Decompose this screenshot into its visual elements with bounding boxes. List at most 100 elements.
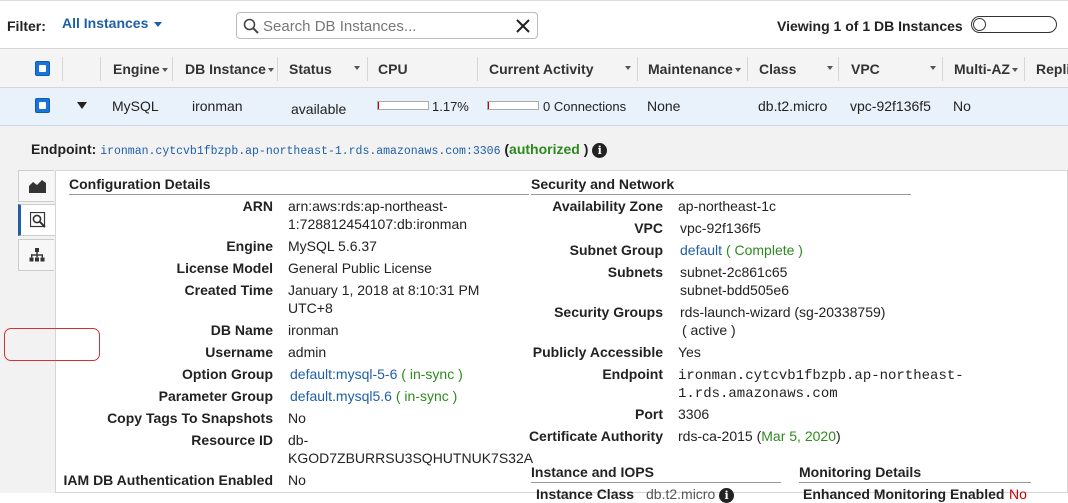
viewing-count: Viewing 1 of 1 DB Instances: [777, 18, 963, 34]
label-endpoint: Endpoint: [602, 366, 663, 382]
section-title-security: Security and Network: [531, 176, 911, 195]
column-multi-az[interactable]: Multi-AZ: [954, 61, 1018, 77]
label-resource-id: Resource ID: [191, 432, 273, 448]
option-group-status: in-sync: [409, 366, 455, 382]
label-subnets: Subnets: [607, 264, 663, 280]
tab-details[interactable]: [18, 204, 56, 236]
column-replication[interactable]: Repli: [1036, 61, 1068, 77]
search-icon: [243, 18, 259, 34]
instance-details: Endpoint: ironman.cytcvb1fbzpb.ap-northe…: [0, 126, 1068, 503]
sort-caret-icon: [161, 68, 168, 73]
label-created-time: Created Time: [184, 282, 273, 298]
security-group-link[interactable]: rds-launch-wizard (sg-20338759): [680, 304, 885, 320]
tab-topology[interactable]: [18, 239, 54, 271]
cell-class: db.t2.micro: [758, 98, 828, 114]
column-divider: [1024, 57, 1025, 81]
label-publicly-accessible: Publicly Accessible: [532, 344, 663, 360]
column-cpu[interactable]: CPU: [378, 61, 408, 77]
parameter-group-link[interactable]: default.mysql5.6: [290, 388, 392, 404]
clear-search-icon[interactable]: [516, 19, 530, 33]
column-current-activity[interactable]: Current Activity: [489, 61, 594, 77]
column-divider: [637, 57, 638, 81]
endpoint-line1[interactable]: ironman.cytcvb1fbzpb.ap-northeast-: [678, 368, 964, 384]
cell-engine: MySQL: [112, 98, 159, 114]
label-port: Port: [635, 406, 663, 422]
value-copy-tags: No: [288, 410, 306, 426]
label-subnet-group: Subnet Group: [569, 242, 663, 258]
column-maintenance[interactable]: Maintenance: [648, 61, 741, 77]
label-iam-auth: IAM DB Authentication Enabled: [63, 472, 273, 488]
filter-bar: Filter: All Instances Viewing 1 of 1 DB …: [0, 0, 1068, 48]
value-arn-line2: 1:728812454107:db:ironman: [288, 216, 468, 232]
value-enhanced-monitoring: No: [1009, 486, 1027, 502]
value-license-model: General Public License: [288, 260, 432, 276]
label-username: Username: [205, 344, 273, 360]
info-icon[interactable]: i: [592, 142, 608, 158]
hierarchy-icon: [29, 248, 45, 262]
chart-icon: [29, 180, 46, 193]
ca-date: Mar 5, 2020: [761, 428, 836, 444]
details-panel: Configuration Details ARN arn:aws:rds:ap…: [55, 170, 1068, 503]
value-option-group: default:mysql-5-6 ( in-sync ): [290, 366, 463, 382]
endpoint-line2[interactable]: 1.rds.amazonaws.com: [678, 386, 838, 402]
label-security-groups: Security Groups: [554, 304, 663, 320]
tab-monitoring[interactable]: [18, 170, 54, 202]
column-status[interactable]: Status: [289, 61, 332, 77]
label-parameter-group: Parameter Group: [158, 388, 273, 404]
sort-caret-icon: [267, 68, 274, 73]
section-title-configuration: Configuration Details: [69, 176, 529, 195]
sort-caret-icon: [625, 66, 631, 70]
value-username: admin: [288, 344, 327, 360]
row-checkbox[interactable]: [35, 98, 50, 113]
column-label: Status: [289, 61, 332, 77]
cpu-bar: [377, 101, 429, 110]
security-group-status: ( active ): [682, 322, 736, 338]
label-arn: ARN: [242, 198, 273, 214]
label-enhanced-monitoring: Enhanced Monitoring Enabled: [803, 486, 1005, 502]
toggle-knob: [973, 18, 986, 31]
sort-caret-icon: [827, 66, 833, 70]
expand-row-icon[interactable]: [77, 102, 87, 109]
value-created-line2: UTC+8: [288, 300, 333, 316]
label-option-group: Option Group: [182, 366, 273, 382]
magnifier-icon: [30, 212, 46, 228]
info-icon[interactable]: i: [719, 487, 735, 503]
view-toggle[interactable]: [971, 16, 1057, 33]
cell-current-activity: 0 Connections: [543, 99, 627, 114]
vpc-link[interactable]: vpc-92f136f5: [680, 220, 761, 236]
cell-multi-az: No: [953, 98, 971, 114]
column-label: Engine: [113, 61, 160, 77]
option-group-link[interactable]: default:mysql-5-6: [290, 366, 397, 382]
value-instance-class: db.t2.micro i: [646, 486, 735, 503]
cell-vpc: vpc-92f136f5: [850, 98, 931, 114]
activity-bar-fill: [488, 102, 489, 109]
value-engine: MySQL 5.6.37: [288, 238, 377, 254]
value-parameter-group: default.mysql5.6 ( in-sync ): [290, 388, 458, 404]
value-db-name: ironman: [288, 322, 339, 338]
column-class[interactable]: Class: [759, 61, 796, 77]
highlight-annotation: [4, 328, 100, 361]
select-all-checkbox[interactable]: [35, 61, 50, 76]
column-db-instance[interactable]: DB Instance: [185, 61, 274, 77]
table-header: Engine DB Instance Status CPU Current Ac…: [0, 48, 1068, 88]
endpoint-value[interactable]: ironman.cytcvb1fbzpb.ap-northeast-1.rds.…: [100, 145, 500, 158]
cell-status: available: [291, 101, 347, 117]
sort-caret-icon: [354, 66, 360, 70]
subnet-link[interactable]: subnet-bdd505e6: [680, 282, 789, 298]
cell-cpu: 1.17%: [432, 99, 469, 114]
value-resource-id-line1: db-: [288, 432, 309, 448]
subnet-group-link[interactable]: default: [680, 242, 722, 258]
value-created-line1: January 1, 2018 at 8:10:31 PM: [288, 282, 480, 298]
search-input[interactable]: [263, 16, 513, 36]
table-row[interactable]: MySQL ironman available 1.17% 0 Connecti…: [0, 88, 1068, 126]
subnet-link[interactable]: subnet-2c861c65: [680, 264, 787, 280]
filter-dropdown[interactable]: All Instances: [62, 15, 163, 31]
search-box[interactable]: [236, 12, 538, 39]
label-availability-zone: Availability Zone: [552, 198, 663, 214]
value-iam-auth: No: [288, 472, 306, 488]
sort-caret-icon: [930, 66, 936, 70]
column-vpc[interactable]: VPC: [851, 61, 880, 77]
sort-caret-icon: [1011, 68, 1018, 73]
label-instance-class: Instance Class: [536, 486, 635, 502]
column-engine[interactable]: Engine: [113, 61, 168, 77]
